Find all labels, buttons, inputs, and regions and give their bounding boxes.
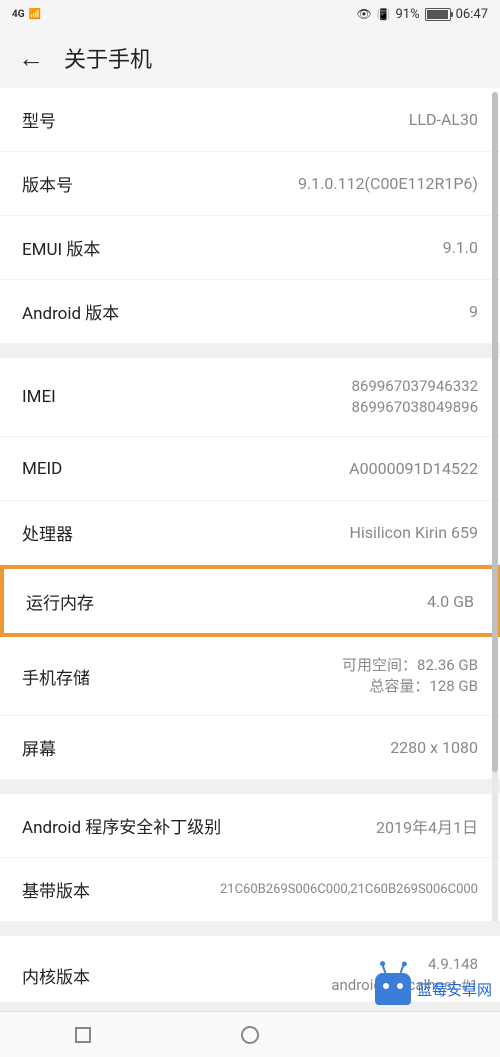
eye-icon: 👁 <box>357 7 372 21</box>
value-security: 2019年4月1日 <box>376 814 478 838</box>
bot-icon <box>375 973 411 1005</box>
page-title: 关于手机 <box>64 42 152 74</box>
status-right: 👁 📳 91% 06:47 <box>357 7 488 22</box>
section-gap-3 <box>0 922 500 936</box>
section-gap-1 <box>0 344 500 358</box>
row-ram[interactable]: 运行内存 4.0 GB <box>4 569 496 633</box>
label-processor: 处理器 <box>22 520 73 545</box>
scrollbar-thumb[interactable] <box>492 92 498 772</box>
value-processor: Hisilicon Kirin 659 <box>349 523 478 542</box>
vibrate-icon: 📳 <box>377 8 391 21</box>
row-security-patch[interactable]: Android 程序安全补丁级别 2019年4月1日 <box>0 794 500 858</box>
watermark-name: 蓝莓安卓网 <box>417 979 492 1000</box>
value-build: 9.1.0.112(C00E112R1P6) <box>298 174 478 193</box>
navigation-bar <box>0 1011 500 1057</box>
label-ram: 运行内存 <box>26 589 94 614</box>
row-storage[interactable]: 手机存储 可用空间：82.36 GB 总容量：128 GB <box>0 637 500 716</box>
value-android: 9 <box>469 302 478 321</box>
imei-2: 869967038049896 <box>352 397 478 418</box>
label-emui: EMUI 版本 <box>22 235 100 260</box>
label-security: Android 程序安全补丁级别 <box>22 813 221 838</box>
nav-home-button[interactable] <box>241 1026 259 1044</box>
row-screen[interactable]: 屏幕 2280 x 1080 <box>0 716 500 780</box>
row-android-version[interactable]: Android 版本 9 <box>0 280 500 344</box>
label-storage: 手机存储 <box>22 664 90 689</box>
label-build: 版本号 <box>22 171 73 196</box>
highlighted-ram: 运行内存 4.0 GB <box>0 565 500 637</box>
value-baseband: 21C60B269S006C000,21C60B269S006C000 <box>220 882 478 897</box>
value-emui: 9.1.0 <box>443 238 478 257</box>
status-bar: 4G 📶 👁 📳 91% 06:47 <box>0 0 500 28</box>
network-type: 4G <box>12 9 25 20</box>
label-kernel: 内核版本 <box>22 963 90 988</box>
imei-1: 869967037946332 <box>352 376 478 397</box>
value-storage: 可用空间：82.36 GB 总容量：128 GB <box>342 655 478 697</box>
row-model[interactable]: 型号 LLD-AL30 <box>0 88 500 152</box>
label-imei: IMEI <box>22 387 56 407</box>
storage-total: 总容量：128 GB <box>342 676 478 697</box>
label-android: Android 版本 <box>22 299 119 324</box>
status-left: 4G 📶 <box>12 9 41 20</box>
value-imei: 869967037946332 869967038049896 <box>352 376 478 418</box>
row-build-number[interactable]: 版本号 9.1.0.112(C00E112R1P6) <box>0 152 500 216</box>
battery-icon <box>425 8 451 21</box>
row-emui-version[interactable]: EMUI 版本 9.1.0 <box>0 216 500 280</box>
value-screen: 2280 x 1080 <box>390 738 478 757</box>
row-baseband[interactable]: 基带版本 21C60B269S006C000,21C60B269S006C000 <box>0 858 500 922</box>
content-area: 型号 LLD-AL30 版本号 9.1.0.112(C00E112R1P6) E… <box>0 88 500 1002</box>
row-meid[interactable]: MEID A0000091D14522 <box>0 437 500 501</box>
row-imei[interactable]: IMEI 869967037946332 869967038049896 <box>0 358 500 437</box>
watermark: 蓝莓安卓网 <box>375 973 492 1005</box>
label-baseband: 基带版本 <box>22 877 90 902</box>
header: ← 关于手机 <box>0 28 500 88</box>
label-screen: 屏幕 <box>22 735 56 760</box>
battery-percent: 91% <box>395 7 419 22</box>
value-model: LLD-AL30 <box>409 110 478 129</box>
label-meid: MEID <box>22 459 62 479</box>
row-processor[interactable]: 处理器 Hisilicon Kirin 659 <box>0 501 500 565</box>
value-ram: 4.0 GB <box>427 592 474 611</box>
value-meid: A0000091D14522 <box>349 459 478 478</box>
signal-icon: 📶 <box>29 9 41 20</box>
label-model: 型号 <box>22 107 56 132</box>
storage-available: 可用空间：82.36 GB <box>342 655 478 676</box>
section-gap-2 <box>0 780 500 794</box>
time: 06:47 <box>456 7 488 22</box>
back-button[interactable]: ← <box>18 43 44 74</box>
nav-recent-button[interactable] <box>75 1027 91 1043</box>
